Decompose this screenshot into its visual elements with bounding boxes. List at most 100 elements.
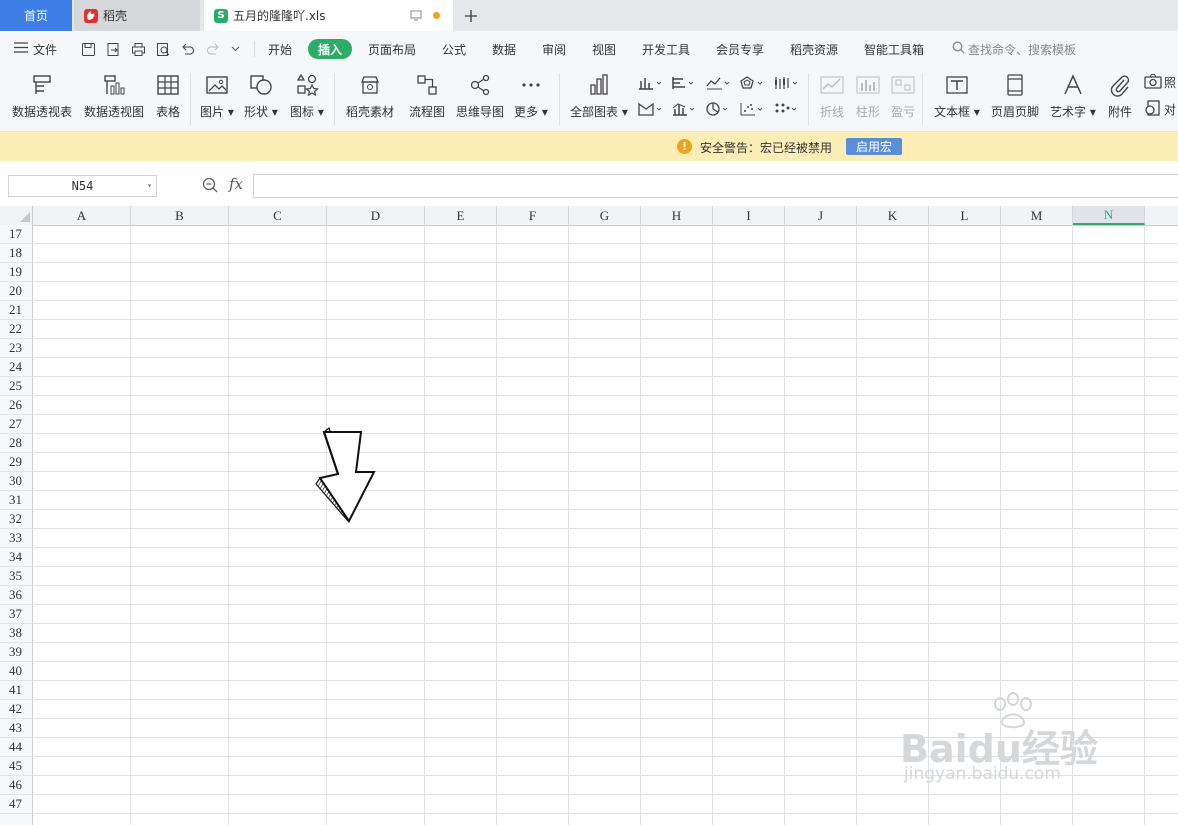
select-all-corner[interactable] <box>0 206 33 225</box>
row-header-40[interactable]: 40 <box>0 662 33 681</box>
row-header-25[interactable]: 25 <box>0 377 33 396</box>
more-button[interactable]: 更多 ▾ <box>514 71 548 125</box>
pie-chart-icon[interactable] <box>706 99 736 119</box>
column-header-l[interactable]: L <box>929 206 1001 225</box>
row-header-44[interactable]: 44 <box>0 738 33 757</box>
tab-file[interactable]: S 五月的隆隆吖.xls <box>204 0 453 31</box>
photo-button[interactable]: 照 <box>1144 73 1176 92</box>
object-button[interactable]: 对 <box>1144 100 1176 119</box>
command-search[interactable]: 查找命令、搜索模板 <box>952 31 1076 67</box>
dot-chart-icon[interactable] <box>774 99 804 119</box>
row-header-34[interactable]: 34 <box>0 548 33 567</box>
tab-start[interactable]: 开始 <box>268 31 292 67</box>
row-header-19[interactable]: 19 <box>0 263 33 282</box>
attachment-button[interactable]: 附件 <box>1106 71 1134 125</box>
redo-icon[interactable] <box>203 39 223 59</box>
sparkline-line-button[interactable]: 折线 <box>818 71 846 125</box>
column-header-k[interactable]: K <box>857 206 929 225</box>
formula-input[interactable] <box>253 174 1178 198</box>
tab-insert[interactable]: 插入 <box>308 39 353 59</box>
line-chart-icon[interactable] <box>706 73 736 93</box>
row-header-27[interactable]: 27 <box>0 415 33 434</box>
undo-icon[interactable] <box>177 39 197 59</box>
column-header-h[interactable]: H <box>641 206 713 225</box>
row-header-32[interactable]: 32 <box>0 510 33 529</box>
column-header-m[interactable]: M <box>1001 206 1073 225</box>
daoke-material-button[interactable]: 稻壳素材 <box>346 71 394 125</box>
row-header-35[interactable]: 35 <box>0 567 33 586</box>
row-header-28[interactable]: 28 <box>0 434 33 453</box>
pivot-chart-button[interactable]: 数据透视图 <box>84 71 144 125</box>
tab-developer[interactable]: 开发工具 <box>642 31 690 67</box>
column-header-d[interactable]: D <box>327 206 425 225</box>
name-box[interactable]: N54 ▾ <box>8 175 157 197</box>
column-header-j[interactable]: J <box>785 206 857 225</box>
column-header-n[interactable]: N <box>1073 206 1145 225</box>
header-footer-button[interactable]: 页眉页脚 <box>991 71 1039 125</box>
column-header-a[interactable]: A <box>33 206 131 225</box>
radar-chart-icon[interactable] <box>740 73 770 93</box>
tab-daoke[interactable]: 稻壳 <box>74 0 200 31</box>
row-header-21[interactable]: 21 <box>0 301 33 320</box>
column-header-e[interactable]: E <box>425 206 497 225</box>
print-icon[interactable] <box>128 39 148 59</box>
spreadsheet-grid[interactable]: ABCDEFGHIJKLMN 17 18 19 20 21 22 23 24 25 26 27 28 2… <box>0 206 1178 825</box>
column-chart-icon[interactable] <box>638 73 668 93</box>
tab-page-layout[interactable]: 页面布局 <box>368 31 416 67</box>
tab-daoke-resources[interactable]: 稻壳资源 <box>790 31 838 67</box>
row-header-45[interactable]: 45 <box>0 757 33 776</box>
row-header-38[interactable]: 38 <box>0 624 33 643</box>
name-box-dropdown-icon[interactable]: ▾ <box>147 181 152 190</box>
row-header-30[interactable]: 30 <box>0 472 33 491</box>
column-header-i[interactable]: I <box>713 206 785 225</box>
row-header-42[interactable]: 42 <box>0 700 33 719</box>
row-header-46[interactable]: 46 <box>0 776 33 795</box>
row-header-37[interactable]: 37 <box>0 605 33 624</box>
wordart-button[interactable]: 艺术字 ▾ <box>1050 71 1096 125</box>
shape-button[interactable]: 形状 ▾ <box>244 71 278 125</box>
row-header-43[interactable]: 43 <box>0 719 33 738</box>
arrow-shape[interactable] <box>312 424 378 524</box>
export-icon[interactable] <box>103 39 123 59</box>
row-header-41[interactable]: 41 <box>0 681 33 700</box>
picture-button[interactable]: 图片 ▾ <box>200 71 234 125</box>
tab-formula[interactable]: 公式 <box>442 31 466 67</box>
row-header-24[interactable]: 24 <box>0 358 33 377</box>
tab-review[interactable]: 审阅 <box>542 31 566 67</box>
textbox-button[interactable]: 文本框 ▾ <box>934 71 980 125</box>
table-button[interactable]: 表格 <box>154 71 182 125</box>
combo-chart-icon[interactable] <box>672 99 702 119</box>
row-header-39[interactable]: 39 <box>0 643 33 662</box>
column-header-f[interactable]: F <box>497 206 569 225</box>
tab-home[interactable]: 首页 <box>0 0 72 31</box>
quick-access-dropdown-icon[interactable] <box>228 39 242 59</box>
fx-button[interactable]: fx <box>229 175 243 193</box>
zoom-search-icon[interactable] <box>202 177 218 196</box>
file-menu[interactable]: 文件 <box>14 31 57 67</box>
sparkline-winloss-button[interactable]: 盈亏 <box>889 71 917 125</box>
all-charts-button[interactable]: 全部图表 ▾ <box>570 71 628 125</box>
area-chart-icon[interactable] <box>638 99 668 119</box>
bar-horizontal-chart-icon[interactable] <box>672 73 702 93</box>
column-header-b[interactable]: B <box>131 206 229 225</box>
row-header-20[interactable]: 20 <box>0 282 33 301</box>
row-header-47[interactable]: 47 <box>0 795 33 814</box>
mindmap-button[interactable]: 思维导图 <box>456 71 504 125</box>
row-header-29[interactable]: 29 <box>0 453 33 472</box>
column-header-g[interactable]: G <box>569 206 641 225</box>
icon-library-button[interactable]: 图标 ▾ <box>290 71 324 125</box>
row-header-22[interactable]: 22 <box>0 320 33 339</box>
row-header-26[interactable]: 26 <box>0 396 33 415</box>
print-preview-icon[interactable] <box>153 39 173 59</box>
row-header-31[interactable]: 31 <box>0 491 33 510</box>
monitor-icon[interactable] <box>410 10 422 24</box>
row-header-17[interactable]: 17 <box>0 225 33 244</box>
sparkline-column-button[interactable]: 柱形 <box>854 71 882 125</box>
tab-member[interactable]: 会员专享 <box>716 31 764 67</box>
column-header-c[interactable]: C <box>229 206 327 225</box>
row-header-33[interactable]: 33 <box>0 529 33 548</box>
flowchart-button[interactable]: 流程图 <box>409 71 445 125</box>
save-icon[interactable] <box>78 39 98 59</box>
pivot-table-button[interactable]: 数据透视表 <box>12 71 72 125</box>
tab-smart-toolbox[interactable]: 智能工具箱 <box>864 31 924 67</box>
